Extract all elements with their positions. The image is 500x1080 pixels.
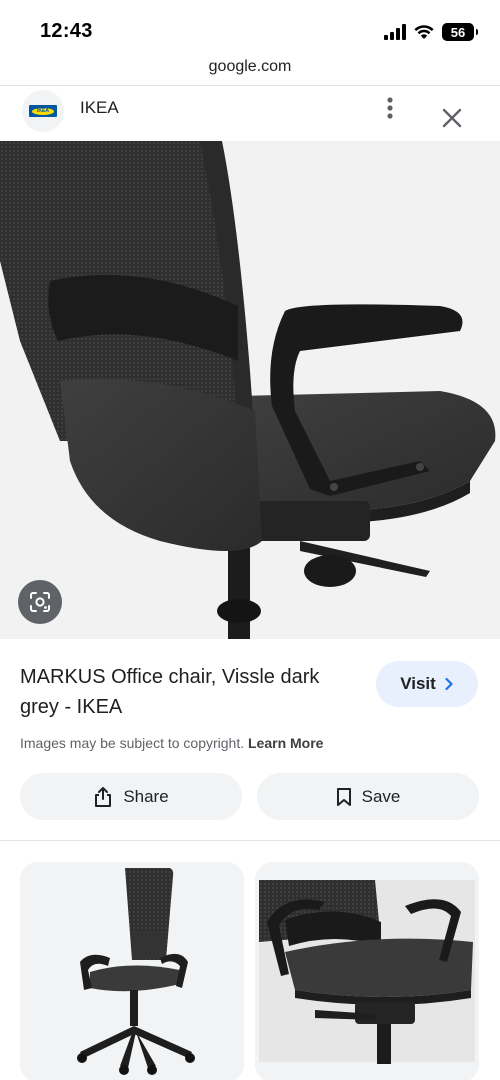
status-bar: 12:43 56	[0, 0, 500, 60]
site-logo[interactable]: IKEA	[22, 90, 64, 132]
ikea-logo-text: IKEA	[32, 107, 54, 115]
chevron-right-icon	[445, 677, 453, 691]
result-title[interactable]: MARKUS Office chair, Vissle dark grey - …	[20, 662, 350, 722]
copyright-notice: Images may be subject to copyright. Lear…	[20, 735, 323, 751]
close-icon	[442, 108, 462, 128]
related-image-card[interactable]	[255, 862, 479, 1080]
copyright-text: Images may be subject to copyright.	[20, 735, 245, 751]
lens-search-button[interactable]	[18, 580, 62, 624]
more-vert-icon	[387, 97, 393, 119]
google-lens-icon	[30, 592, 50, 612]
status-icons: 56	[384, 22, 478, 42]
close-button[interactable]	[438, 104, 466, 132]
product-image[interactable]	[0, 141, 500, 639]
visit-label: Visit	[400, 674, 436, 693]
related-chair-image	[20, 862, 244, 1080]
save-label: Save	[361, 786, 401, 806]
url-bar[interactable]: google.com	[0, 58, 500, 84]
office-chair-image	[0, 141, 500, 639]
site-name[interactable]: IKEA	[80, 98, 119, 118]
site-header: IKEA IKEA	[0, 86, 500, 141]
save-button[interactable]: Save	[257, 773, 479, 820]
status-time: 12:43	[40, 20, 93, 42]
ikea-logo-icon: IKEA	[29, 105, 57, 117]
share-button[interactable]: Share	[20, 773, 242, 820]
learn-more-link[interactable]: Learn More	[248, 735, 323, 751]
wifi-icon	[414, 25, 434, 39]
battery-level: 56	[450, 24, 466, 40]
visit-button[interactable]: Visit	[376, 661, 478, 707]
related-image-card[interactable]	[20, 862, 244, 1080]
share-label: Share	[123, 786, 169, 806]
signal-icon	[384, 24, 406, 40]
battery-icon: 56	[442, 23, 478, 41]
share-icon	[95, 786, 112, 807]
more-options-button[interactable]	[378, 94, 402, 122]
section-divider	[0, 840, 500, 841]
related-chair-closeup-image	[255, 862, 479, 1080]
bookmark-icon	[336, 787, 351, 806]
